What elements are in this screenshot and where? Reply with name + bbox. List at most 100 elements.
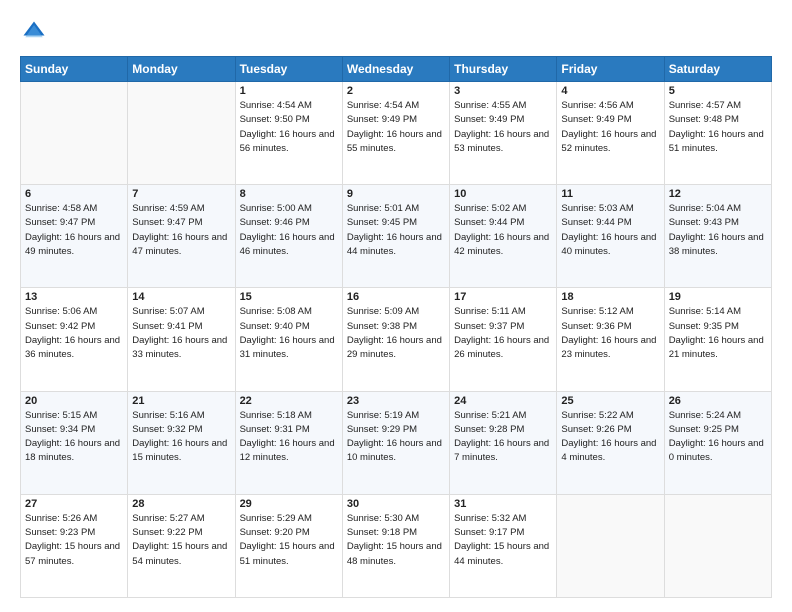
day-cell: 26Sunrise: 5:24 AMSunset: 9:25 PMDayligh… (664, 391, 771, 494)
day-cell: 12 Sunrise: 5:04 AMSunset: 9:43 PMDayligh… (664, 185, 771, 288)
weekday-cell: Tuesday (235, 57, 342, 82)
day-info: Sunrise: 5:06 AMSunset: 9:42 PMDaylight:… (25, 305, 123, 362)
day-info: Sunrise: 4:58 AMSunset: 9:47 PMDaylight:… (25, 202, 123, 259)
day-info: Sunrise: 4:54 AMSunset: 9:49 PMDaylight:… (347, 99, 445, 156)
day-cell: 13 Sunrise: 5:06 AMSunset: 9:42 PMDayligh… (21, 288, 128, 391)
day-cell: 23Sunrise: 5:19 AMSunset: 9:29 PMDayligh… (342, 391, 449, 494)
week-row: 27 Sunrise: 5:26 AMSunset: 9:23 PMDayligh… (21, 494, 772, 597)
day-cell (664, 494, 771, 597)
day-info: Sunrise: 5:14 AMSunset: 9:35 PMDaylight:… (669, 305, 767, 362)
day-number: 30 (347, 498, 445, 510)
day-info: Sunrise: 5:18 AMSunset: 9:31 PMDaylight:… (240, 409, 338, 466)
weekday-cell: Saturday (664, 57, 771, 82)
day-info: Sunrise: 5:08 AMSunset: 9:40 PMDaylight:… (240, 305, 338, 362)
day-number: 18 (561, 291, 659, 303)
day-info: Sunrise: 5:22 AMSunset: 9:26 PMDaylight:… (561, 409, 659, 466)
day-cell: 21 Sunrise: 5:16 AMSunset: 9:32 PMDayligh… (128, 391, 235, 494)
day-number: 6 (25, 188, 123, 200)
week-row: 13 Sunrise: 5:06 AMSunset: 9:42 PMDayligh… (21, 288, 772, 391)
day-cell: 22 Sunrise: 5:18 AMSunset: 9:31 PMDayligh… (235, 391, 342, 494)
logo (20, 18, 52, 46)
day-number: 15 (240, 291, 338, 303)
day-number: 17 (454, 291, 552, 303)
day-number: 16 (347, 291, 445, 303)
week-row: 6 Sunrise: 4:58 AMSunset: 9:47 PMDaylight… (21, 185, 772, 288)
day-cell: 30Sunrise: 5:30 AMSunset: 9:18 PMDayligh… (342, 494, 449, 597)
day-cell: 5 Sunrise: 4:57 AMSunset: 9:48 PMDaylight… (664, 82, 771, 185)
day-number: 11 (561, 188, 659, 200)
day-number: 19 (669, 291, 767, 303)
day-cell: 15 Sunrise: 5:08 AMSunset: 9:40 PMDayligh… (235, 288, 342, 391)
weekday-cell: Friday (557, 57, 664, 82)
day-cell: 28 Sunrise: 5:27 AMSunset: 9:22 PMDayligh… (128, 494, 235, 597)
day-cell: 8Sunrise: 5:00 AMSunset: 9:46 PMDaylight… (235, 185, 342, 288)
day-cell: 6 Sunrise: 4:58 AMSunset: 9:47 PMDaylight… (21, 185, 128, 288)
day-cell: 4 Sunrise: 4:56 AMSunset: 9:49 PMDaylight… (557, 82, 664, 185)
day-info: Sunrise: 5:04 AMSunset: 9:43 PMDaylight:… (669, 202, 767, 259)
day-number: 29 (240, 498, 338, 510)
day-number: 27 (25, 498, 123, 510)
calendar-table: SundayMondayTuesdayWednesdayThursdayFrid… (20, 56, 772, 598)
logo-icon (20, 18, 48, 46)
day-number: 3 (454, 85, 552, 97)
day-cell: 24Sunrise: 5:21 AMSunset: 9:28 PMDayligh… (450, 391, 557, 494)
day-number: 14 (132, 291, 230, 303)
day-info: Sunrise: 4:57 AMSunset: 9:48 PMDaylight:… (669, 99, 767, 156)
day-info: Sunrise: 4:54 AMSunset: 9:50 PMDaylight:… (240, 99, 338, 156)
day-info: Sunrise: 5:26 AMSunset: 9:23 PMDaylight:… (25, 512, 123, 569)
day-cell: 10 Sunrise: 5:02 AMSunset: 9:44 PMDayligh… (450, 185, 557, 288)
day-info: Sunrise: 5:19 AMSunset: 9:29 PMDaylight:… (347, 409, 445, 466)
day-info: Sunrise: 5:32 AMSunset: 9:17 PMDaylight:… (454, 512, 552, 569)
day-cell: 2 Sunrise: 4:54 AMSunset: 9:49 PMDaylight… (342, 82, 449, 185)
day-info: Sunrise: 5:03 AMSunset: 9:44 PMDaylight:… (561, 202, 659, 259)
day-info: Sunrise: 5:01 AMSunset: 9:45 PMDaylight:… (347, 202, 445, 259)
day-number: 22 (240, 395, 338, 407)
day-cell: 29 Sunrise: 5:29 AMSunset: 9:20 PMDayligh… (235, 494, 342, 597)
day-cell: 20 Sunrise: 5:15 AMSunset: 9:34 PMDayligh… (21, 391, 128, 494)
day-cell: 9 Sunrise: 5:01 AMSunset: 9:45 PMDaylight… (342, 185, 449, 288)
weekday-cell: Monday (128, 57, 235, 82)
day-info: Sunrise: 4:56 AMSunset: 9:49 PMDaylight:… (561, 99, 659, 156)
day-cell (21, 82, 128, 185)
day-number: 20 (25, 395, 123, 407)
day-cell: 1 Sunrise: 4:54 AMSunset: 9:50 PMDaylight… (235, 82, 342, 185)
day-info: Sunrise: 5:16 AMSunset: 9:32 PMDaylight:… (132, 409, 230, 466)
day-info: Sunrise: 4:59 AMSunset: 9:47 PMDaylight:… (132, 202, 230, 259)
day-number: 28 (132, 498, 230, 510)
day-cell: 27 Sunrise: 5:26 AMSunset: 9:23 PMDayligh… (21, 494, 128, 597)
day-number: 21 (132, 395, 230, 407)
day-number: 1 (240, 85, 338, 97)
week-row: 20 Sunrise: 5:15 AMSunset: 9:34 PMDayligh… (21, 391, 772, 494)
day-number: 2 (347, 85, 445, 97)
day-number: 5 (669, 85, 767, 97)
day-number: 9 (347, 188, 445, 200)
day-cell: 16 Sunrise: 5:09 AMSunset: 9:38 PMDayligh… (342, 288, 449, 391)
day-info: Sunrise: 5:12 AMSunset: 9:36 PMDaylight:… (561, 305, 659, 362)
day-info: Sunrise: 5:15 AMSunset: 9:34 PMDaylight:… (25, 409, 123, 466)
day-cell: 25 Sunrise: 5:22 AMSunset: 9:26 PMDayligh… (557, 391, 664, 494)
day-info: Sunrise: 5:27 AMSunset: 9:22 PMDaylight:… (132, 512, 230, 569)
day-number: 13 (25, 291, 123, 303)
day-number: 4 (561, 85, 659, 97)
day-number: 25 (561, 395, 659, 407)
week-row: 1 Sunrise: 4:54 AMSunset: 9:50 PMDaylight… (21, 82, 772, 185)
day-cell: 3Sunrise: 4:55 AMSunset: 9:49 PMDaylight… (450, 82, 557, 185)
day-cell: 7Sunrise: 4:59 AMSunset: 9:47 PMDaylight… (128, 185, 235, 288)
weekday-cell: Sunday (21, 57, 128, 82)
calendar-body: 1 Sunrise: 4:54 AMSunset: 9:50 PMDaylight… (21, 82, 772, 598)
weekday-cell: Thursday (450, 57, 557, 82)
day-cell: 31 Sunrise: 5:32 AMSunset: 9:17 PMDayligh… (450, 494, 557, 597)
weekday-header-row: SundayMondayTuesdayWednesdayThursdayFrid… (21, 57, 772, 82)
day-cell: 11 Sunrise: 5:03 AMSunset: 9:44 PMDayligh… (557, 185, 664, 288)
header (20, 18, 772, 46)
day-info: Sunrise: 5:00 AMSunset: 9:46 PMDaylight:… (240, 202, 338, 259)
day-cell: 14Sunrise: 5:07 AMSunset: 9:41 PMDayligh… (128, 288, 235, 391)
day-cell: 17Sunrise: 5:11 AMSunset: 9:37 PMDayligh… (450, 288, 557, 391)
day-info: Sunrise: 5:09 AMSunset: 9:38 PMDaylight:… (347, 305, 445, 362)
day-info: Sunrise: 5:02 AMSunset: 9:44 PMDaylight:… (454, 202, 552, 259)
day-number: 31 (454, 498, 552, 510)
day-number: 10 (454, 188, 552, 200)
day-number: 12 (669, 188, 767, 200)
day-info: Sunrise: 5:29 AMSunset: 9:20 PMDaylight:… (240, 512, 338, 569)
day-number: 26 (669, 395, 767, 407)
